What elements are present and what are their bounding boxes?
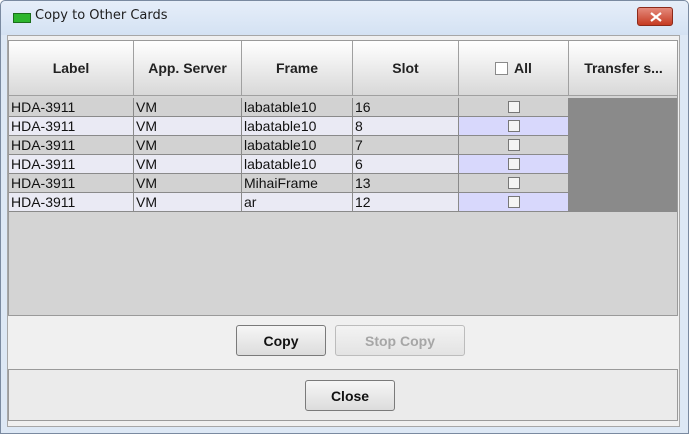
cell-transfer-status [569,98,677,117]
cell-transfer-status [569,193,677,212]
cell-slot: 13 [353,174,459,193]
cell-select [459,193,569,212]
table-row[interactable]: HDA-3911 VM MihaiFrame 13 [9,174,677,193]
row-select-checkbox[interactable] [507,158,520,170]
column-header-app-server[interactable]: App. Server [134,41,242,96]
cards-table: Label App. Server Frame Slot All Transfe… [8,40,678,316]
window-title: Copy to Other Cards [35,8,168,23]
row-select-checkbox[interactable] [507,177,520,189]
table-row[interactable]: HDA-3911 VM labatable10 7 [9,136,677,155]
cell-label: HDA-3911 [9,136,134,155]
cell-app-server: VM [134,136,242,155]
column-header-slot-text: Slot [392,60,419,76]
table-row[interactable]: HDA-3911 VM labatable10 6 [9,155,677,174]
table-row[interactable]: HDA-3911 VM ar 12 [9,193,677,212]
cell-label: HDA-3911 [9,98,134,117]
cell-slot: 16 [353,98,459,117]
status-led-icon [13,13,31,23]
close-button[interactable]: Close [305,380,395,411]
cell-select [459,174,569,193]
row-select-checkbox[interactable] [507,196,520,208]
select-all-checkbox[interactable] [495,61,509,75]
cell-transfer-status [569,174,677,193]
column-header-transfer-text: Transfer s... [584,60,663,76]
cell-frame: labatable10 [242,136,353,155]
column-header-frame[interactable]: Frame [242,41,353,96]
cell-frame: labatable10 [242,155,353,174]
cell-transfer-status [569,117,677,136]
cell-label: HDA-3911 [9,193,134,212]
column-header-all-text: All [514,60,532,76]
cell-slot: 6 [353,155,459,174]
window-close-button[interactable] [637,7,673,26]
cell-label: HDA-3911 [9,155,134,174]
table-row[interactable]: HDA-3911 VM labatable10 16 [9,98,677,117]
cell-slot: 8 [353,117,459,136]
column-header-label-text: Label [52,60,90,76]
cell-transfer-status [569,155,677,174]
cell-transfer-status [569,136,677,155]
cell-slot: 12 [353,193,459,212]
cell-slot: 7 [353,136,459,155]
cell-frame: ar [242,193,353,212]
stop-copy-button[interactable]: Stop Copy [335,325,465,356]
cell-app-server: VM [134,155,242,174]
cell-app-server: VM [134,98,242,117]
column-header-frame-text: Frame [275,60,319,76]
column-header-slot[interactable]: Slot [353,41,459,96]
cell-select [459,136,569,155]
column-header-app-server-text: App. Server [148,60,227,76]
cell-app-server: VM [134,174,242,193]
row-select-checkbox[interactable] [507,139,520,151]
column-header-transfer-status[interactable]: Transfer s... [569,41,677,96]
close-icon [650,12,662,22]
cell-frame: labatable10 [242,98,353,117]
cell-select [459,117,569,136]
cell-app-server: VM [134,117,242,136]
cell-select [459,98,569,117]
column-header-all[interactable]: All [459,41,569,96]
copy-button[interactable]: Copy [236,325,326,356]
column-header-label[interactable]: Label [9,41,134,96]
cell-select [459,155,569,174]
row-select-checkbox[interactable] [507,120,520,132]
table-header: Label App. Server Frame Slot All Transfe… [9,41,677,96]
cell-frame: labatable10 [242,117,353,136]
cell-label: HDA-3911 [9,117,134,136]
cell-app-server: VM [134,193,242,212]
title-bar[interactable]: Copy to Other Cards [1,1,688,35]
cell-frame: MihaiFrame [242,174,353,193]
table-row[interactable]: HDA-3911 VM labatable10 8 [9,117,677,136]
row-select-checkbox[interactable] [507,101,520,113]
cell-label: HDA-3911 [9,174,134,193]
